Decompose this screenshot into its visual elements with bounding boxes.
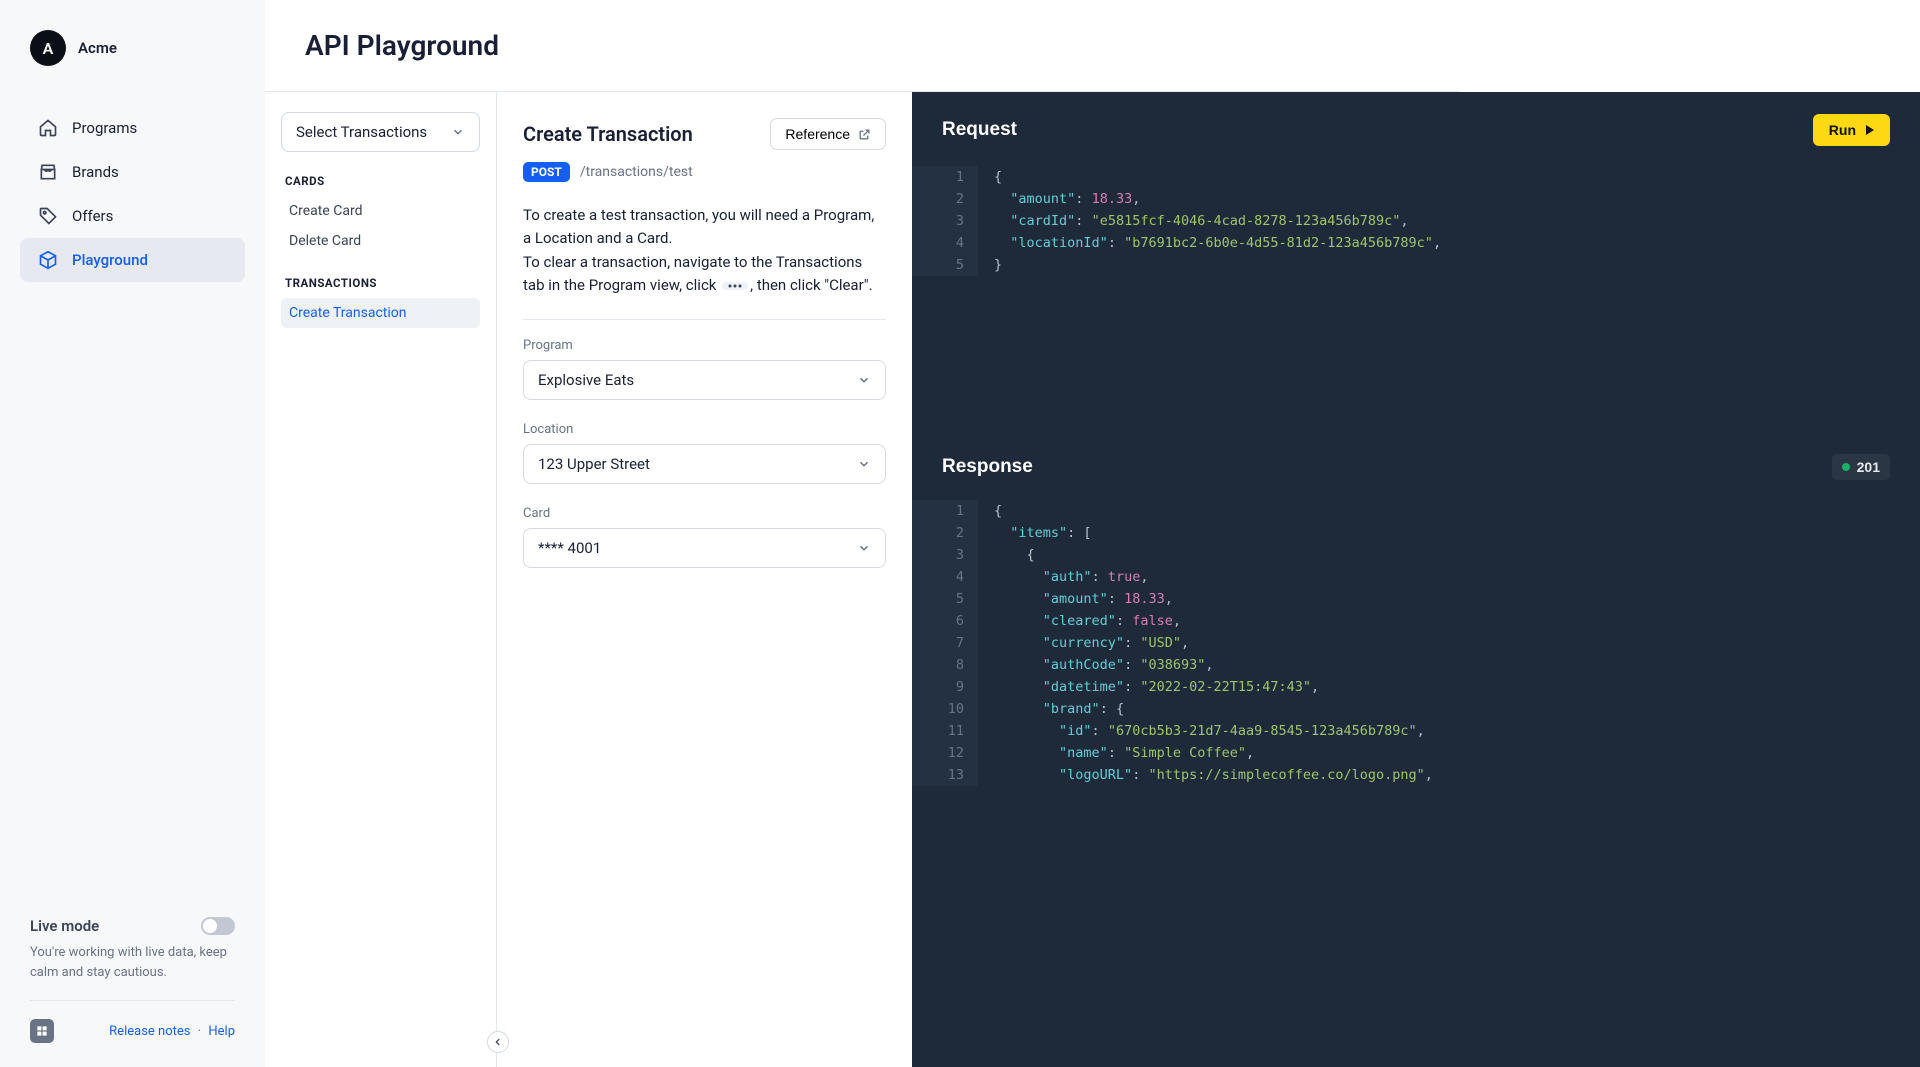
location-value: 123 Upper Street: [538, 455, 650, 473]
chevron-down-icon: [857, 457, 871, 471]
response-code[interactable]: 12345678910111213 { "items": [ { "auth":…: [912, 494, 1920, 786]
nav-programs[interactable]: Programs: [20, 106, 245, 150]
live-mode-label: Live mode: [30, 917, 99, 935]
nav-playground[interactable]: Playground: [20, 238, 245, 282]
run-button[interactable]: Run: [1813, 114, 1890, 146]
location-label: Location: [523, 422, 886, 437]
live-mode-desc: You're working with live data, keep calm…: [30, 943, 235, 982]
program-label: Program: [523, 338, 886, 353]
http-method-badge: POST: [523, 162, 570, 182]
response-panel: Response 201 12345678910111213 { "items"…: [912, 432, 1920, 786]
product-logo: [30, 1019, 54, 1043]
main-nav: Programs Brands Offers Playground: [0, 106, 265, 282]
category-select[interactable]: Select Transactions: [281, 112, 480, 152]
transactions-heading: TRANSACTIONS: [285, 276, 480, 290]
request-code[interactable]: 12345 { "amount": 18.33, "cardId": "e581…: [912, 160, 1920, 276]
org-avatar[interactable]: A: [30, 30, 66, 66]
release-notes-link[interactable]: Release notes: [109, 1024, 190, 1039]
status-code: 201: [1857, 459, 1880, 475]
sidebar: A Acme Programs Brands Offers Playground…: [0, 0, 265, 1067]
card-label: Card: [523, 506, 886, 521]
chevron-down-icon: [451, 125, 465, 139]
tag-icon: [38, 206, 58, 226]
endpoint-delete-card[interactable]: Delete Card: [281, 226, 480, 256]
category-panel: Select Transactions CARDS Create Card De…: [265, 92, 497, 1067]
nav-playground-label: Playground: [72, 251, 148, 269]
form-title: Create Transaction: [523, 122, 693, 146]
cube-icon: [38, 250, 58, 270]
dot-separator: ·: [198, 1024, 201, 1039]
request-title: Request: [942, 119, 1017, 141]
request-panel: Request Run 12345 { "amount": 18.33, "ca…: [912, 92, 1920, 432]
external-link-icon: [858, 128, 871, 141]
code-area: Request Run 12345 { "amount": 18.33, "ca…: [912, 92, 1920, 1067]
category-select-label: Select Transactions: [296, 123, 427, 141]
card-select[interactable]: **** 4001: [523, 528, 886, 568]
live-mode-toggle[interactable]: [201, 917, 235, 935]
storefront-icon: [38, 162, 58, 182]
reference-button[interactable]: Reference: [770, 118, 886, 150]
org-name: Acme: [78, 39, 117, 57]
response-title: Response: [942, 456, 1033, 478]
divider: [30, 1000, 235, 1001]
house-icon: [38, 118, 58, 138]
nav-offers-label: Offers: [72, 207, 113, 225]
cards-heading: CARDS: [285, 174, 480, 188]
divider: [523, 319, 886, 320]
status-badge: 201: [1832, 454, 1890, 480]
page-title: API Playground: [305, 29, 499, 62]
nav-offers[interactable]: Offers: [20, 194, 245, 238]
chevron-down-icon: [857, 541, 871, 555]
collapse-panel-button[interactable]: [487, 1031, 509, 1053]
program-select[interactable]: Explosive Eats: [523, 360, 886, 400]
reference-label: Reference: [785, 126, 850, 142]
nav-programs-label: Programs: [72, 119, 137, 137]
nav-brands[interactable]: Brands: [20, 150, 245, 194]
play-icon: [1866, 125, 1874, 135]
chevron-left-icon: [493, 1037, 503, 1047]
nav-brands-label: Brands: [72, 163, 119, 181]
endpoint-create-card[interactable]: Create Card: [281, 196, 480, 226]
endpoint-path: /transactions/test: [580, 164, 693, 180]
location-select[interactable]: 123 Upper Street: [523, 444, 886, 484]
form-panel: Create Transaction Reference POST /trans…: [497, 92, 912, 1067]
form-description: To create a test transaction, you will n…: [523, 204, 886, 297]
chevron-down-icon: [857, 373, 871, 387]
ellipsis-icon: [722, 282, 748, 290]
program-value: Explosive Eats: [538, 371, 634, 389]
card-value: **** 4001: [538, 539, 601, 557]
page-header: API Playground: [265, 0, 1460, 92]
status-dot-icon: [1842, 463, 1850, 471]
help-link[interactable]: Help: [208, 1024, 235, 1039]
run-label: Run: [1829, 122, 1856, 138]
endpoint-create-transaction[interactable]: Create Transaction: [281, 298, 480, 328]
